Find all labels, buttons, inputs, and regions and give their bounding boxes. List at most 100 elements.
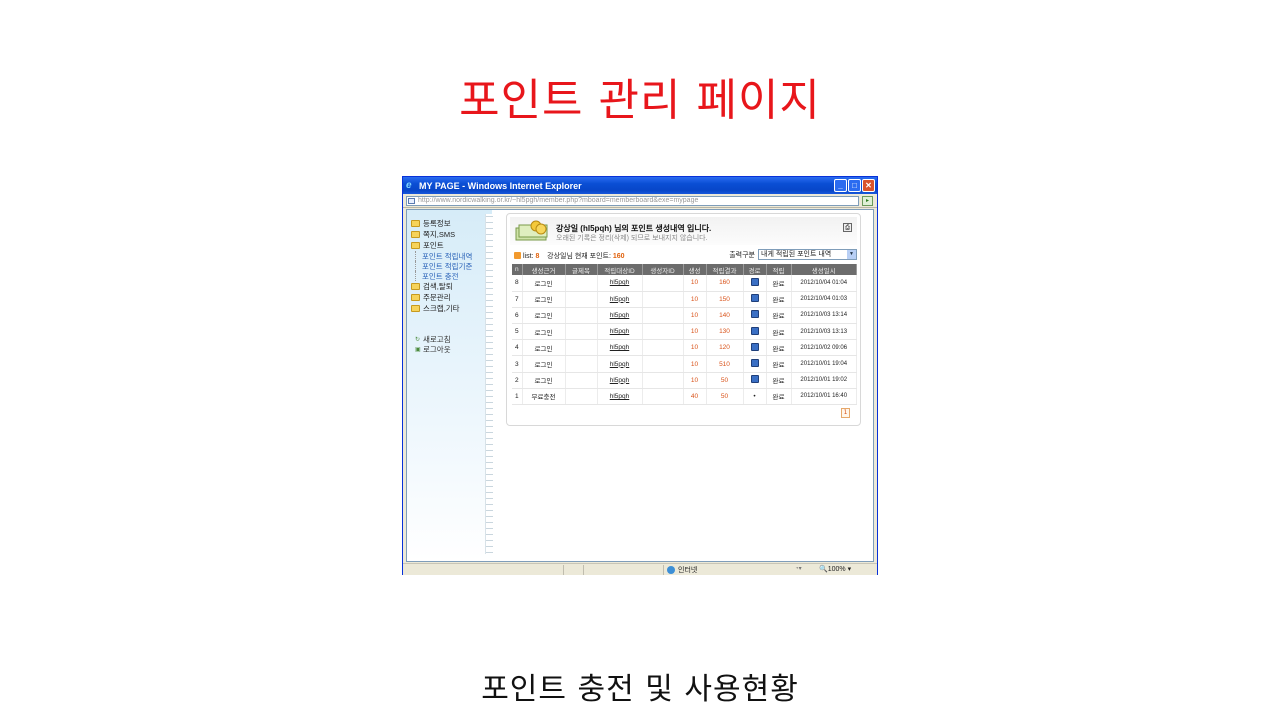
col-header-n: n <box>512 264 523 275</box>
status-bar: 인터넷 ◔▾ 🔍100% ▾ <box>403 563 877 575</box>
refresh-link[interactable]: ↻ 새로고침 <box>411 334 472 344</box>
status-divider <box>583 565 584 575</box>
row-target-id[interactable]: hl5pqh <box>597 388 643 406</box>
row-status: 완료 <box>766 339 792 357</box>
zone-label: 인터넷 <box>678 567 698 574</box>
row-result: 130 <box>706 323 744 341</box>
row-amount: 10 <box>683 355 707 373</box>
table-row: 6 로그인 hl5pqh 10 140 완료 2012/10/03 13:14 <box>512 307 857 325</box>
row-route: • <box>743 388 767 406</box>
row-result: 50 <box>706 372 744 389</box>
row-subject <box>565 307 598 325</box>
slide-title: 포인트 관리 페이지 <box>459 75 821 126</box>
row-amount: 10 <box>683 323 707 341</box>
zoom-control[interactable]: 🔍100% ▾ <box>819 565 851 573</box>
row-target-id[interactable]: hl5pqh <box>597 275 643 292</box>
route-icon[interactable] <box>750 326 759 335</box>
maximize-button[interactable]: □ <box>848 179 861 192</box>
address-field[interactable]: http://www.nordicwalking.or.kr/~hl5pgh/m… <box>406 196 859 206</box>
spiral-binding-decoration <box>485 214 493 554</box>
window-titlebar[interactable]: e MY PAGE - Windows Internet Explorer _ … <box>403 177 877 194</box>
row-target-id[interactable]: hl5pqh <box>597 355 643 373</box>
sidebar-item-label: 주문관리 <box>423 293 451 302</box>
window-title: MY PAGE - Windows Internet Explorer <box>419 180 582 191</box>
point-history-panel: 강상일 (hl5pqh) 님의 포인트 생성내역 입니다. 오래된 기록은 정리… <box>506 213 861 426</box>
browser-window: e MY PAGE - Windows Internet Explorer _ … <box>402 176 878 575</box>
list-icon <box>514 252 521 259</box>
row-date: 2012/10/04 01:03 <box>791 291 857 308</box>
row-subject <box>565 291 598 308</box>
row-creator-id <box>642 275 684 292</box>
row-target-id[interactable]: hl5pqh <box>597 307 643 325</box>
folder-icon <box>411 305 420 312</box>
row-reason: 로그인 <box>522 355 566 373</box>
sidebar-item-search-withdraw[interactable]: 검색,탈퇴 <box>411 281 472 292</box>
sidebar-menu: 등록정보 쪽지,SMS 포인트 포인트 적립내역 포인트 적립기준 포인트 충전… <box>411 218 472 354</box>
row-status: 완료 <box>766 275 792 292</box>
sidebar-item-orders[interactable]: 주문관리 <box>411 292 472 303</box>
protected-mode-icon[interactable]: ◔▾ <box>795 565 802 572</box>
sidebar-item-label: 등록정보 <box>423 219 451 228</box>
row-n: 2 <box>512 372 523 389</box>
row-creator-id <box>642 388 684 406</box>
route-icon[interactable] <box>750 310 759 319</box>
close-button[interactable]: ✕ <box>862 179 875 192</box>
page-number-1[interactable]: 1 <box>841 408 850 418</box>
submenu-point-history[interactable]: 포인트 적립내역 <box>415 251 472 261</box>
row-creator-id <box>642 307 684 325</box>
chevron-down-icon[interactable]: ▼ <box>847 250 856 259</box>
sidebar-item-points[interactable]: 포인트 <box>411 240 472 251</box>
row-subject <box>565 388 598 406</box>
row-n: 1 <box>512 388 523 406</box>
row-target-id[interactable]: hl5pqh <box>597 291 643 308</box>
row-route <box>743 275 767 292</box>
sidebar-item-message-sms[interactable]: 쪽지,SMS <box>411 229 472 240</box>
list-label: list: <box>523 253 534 260</box>
row-status: 완료 <box>766 372 792 389</box>
row-route <box>743 291 767 308</box>
route-icon[interactable] <box>750 277 759 286</box>
chevron-down-icon: ▾ <box>845 566 852 573</box>
security-zone[interactable]: 인터넷 <box>667 565 697 575</box>
route-icon[interactable] <box>750 294 759 303</box>
row-reason: 로그인 <box>522 372 566 389</box>
print-icon[interactable]: ⎙ <box>843 223 852 232</box>
page-content: 등록정보 쪽지,SMS 포인트 포인트 적립내역 포인트 적립기준 포인트 충전… <box>406 209 874 562</box>
sidebar-item-scrap-etc[interactable]: 스크랩,기타 <box>411 303 472 314</box>
sidebar-item-registration[interactable]: 등록정보 <box>411 218 472 229</box>
submenu-point-charge[interactable]: 포인트 충전 <box>415 271 472 281</box>
table-row: 4 로그인 hl5pqh 10 120 완료 2012/10/02 09:06 <box>512 339 857 357</box>
current-points-label: 강상일님 현재 포인트: <box>547 253 611 260</box>
zoom-icon: 🔍 <box>819 566 828 573</box>
output-filter: 출력구분 내게 적립된 포인트 내역 ▼ <box>729 249 857 260</box>
route-icon[interactable] <box>750 342 759 351</box>
route-icon[interactable] <box>750 375 759 384</box>
folder-icon <box>411 294 420 301</box>
row-target-id[interactable]: hl5pqh <box>597 372 643 389</box>
row-reason: 로그인 <box>522 275 566 292</box>
filter-select[interactable]: 내게 적립된 포인트 내역 ▼ <box>758 249 857 260</box>
logout-link[interactable]: ▣ 로그아웃 <box>411 344 472 354</box>
row-target-id[interactable]: hl5pqh <box>597 323 643 341</box>
row-n: 7 <box>512 291 523 308</box>
col-header-status: 적립 <box>766 264 792 275</box>
row-reason: 로그인 <box>522 291 566 308</box>
row-target-id[interactable]: hl5pqh <box>597 339 643 357</box>
col-header-route: 경로 <box>743 264 767 275</box>
row-result: 120 <box>706 339 744 357</box>
sidebar-item-label: 쪽지,SMS <box>423 230 456 239</box>
sidebar-item-label: 스크랩,기타 <box>423 304 460 313</box>
row-result: 140 <box>706 307 744 325</box>
page-icon <box>408 198 415 204</box>
row-status: 완료 <box>766 355 792 373</box>
table-header-row: n 생성근거 글제목 적립대상ID 생성자ID 생성 적립결과 경로 적립 생성… <box>512 264 857 275</box>
go-icon[interactable]: ▸ <box>862 196 873 206</box>
minimize-button[interactable]: _ <box>834 179 847 192</box>
row-n: 8 <box>512 275 523 292</box>
route-icon[interactable] <box>750 359 759 368</box>
row-amount: 40 <box>683 388 707 406</box>
row-route <box>743 355 767 373</box>
row-creator-id <box>642 355 684 373</box>
list-count: 8 <box>535 253 540 260</box>
submenu-point-criteria[interactable]: 포인트 적립기준 <box>415 261 472 271</box>
